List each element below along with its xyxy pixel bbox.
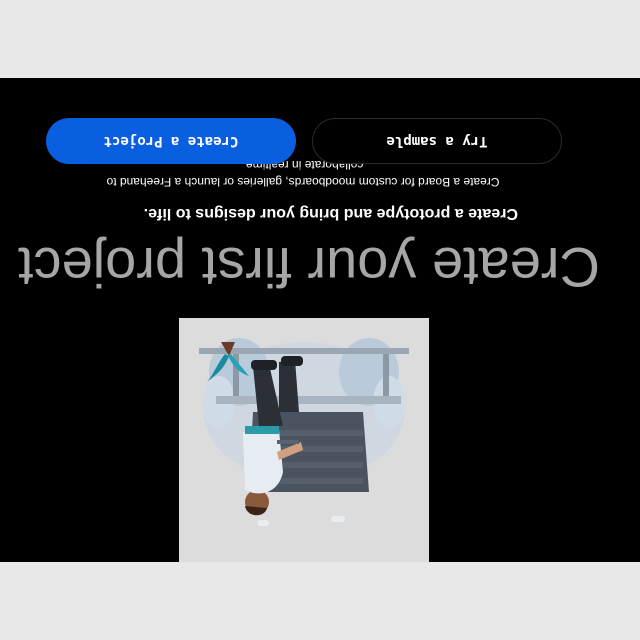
create-project-button[interactable]: Create a Project [46, 118, 296, 164]
page-subtitle: Create a prototype and bring your design… [143, 205, 518, 222]
empty-state-panel: Create your first project Create a proto… [0, 78, 640, 562]
illustration-svg [199, 338, 409, 526]
try-sample-button[interactable]: Try a sample [312, 118, 562, 164]
top-margin [0, 562, 640, 640]
bottom-margin [0, 0, 640, 78]
page-title: Create your first project [18, 236, 600, 299]
person-working-at-desk-illustration [179, 318, 429, 562]
create-project-button-label: Create a Project [103, 133, 239, 149]
onboarding-screen: Create your first project Create a proto… [0, 0, 640, 640]
try-sample-button-label: Try a sample [386, 133, 488, 149]
